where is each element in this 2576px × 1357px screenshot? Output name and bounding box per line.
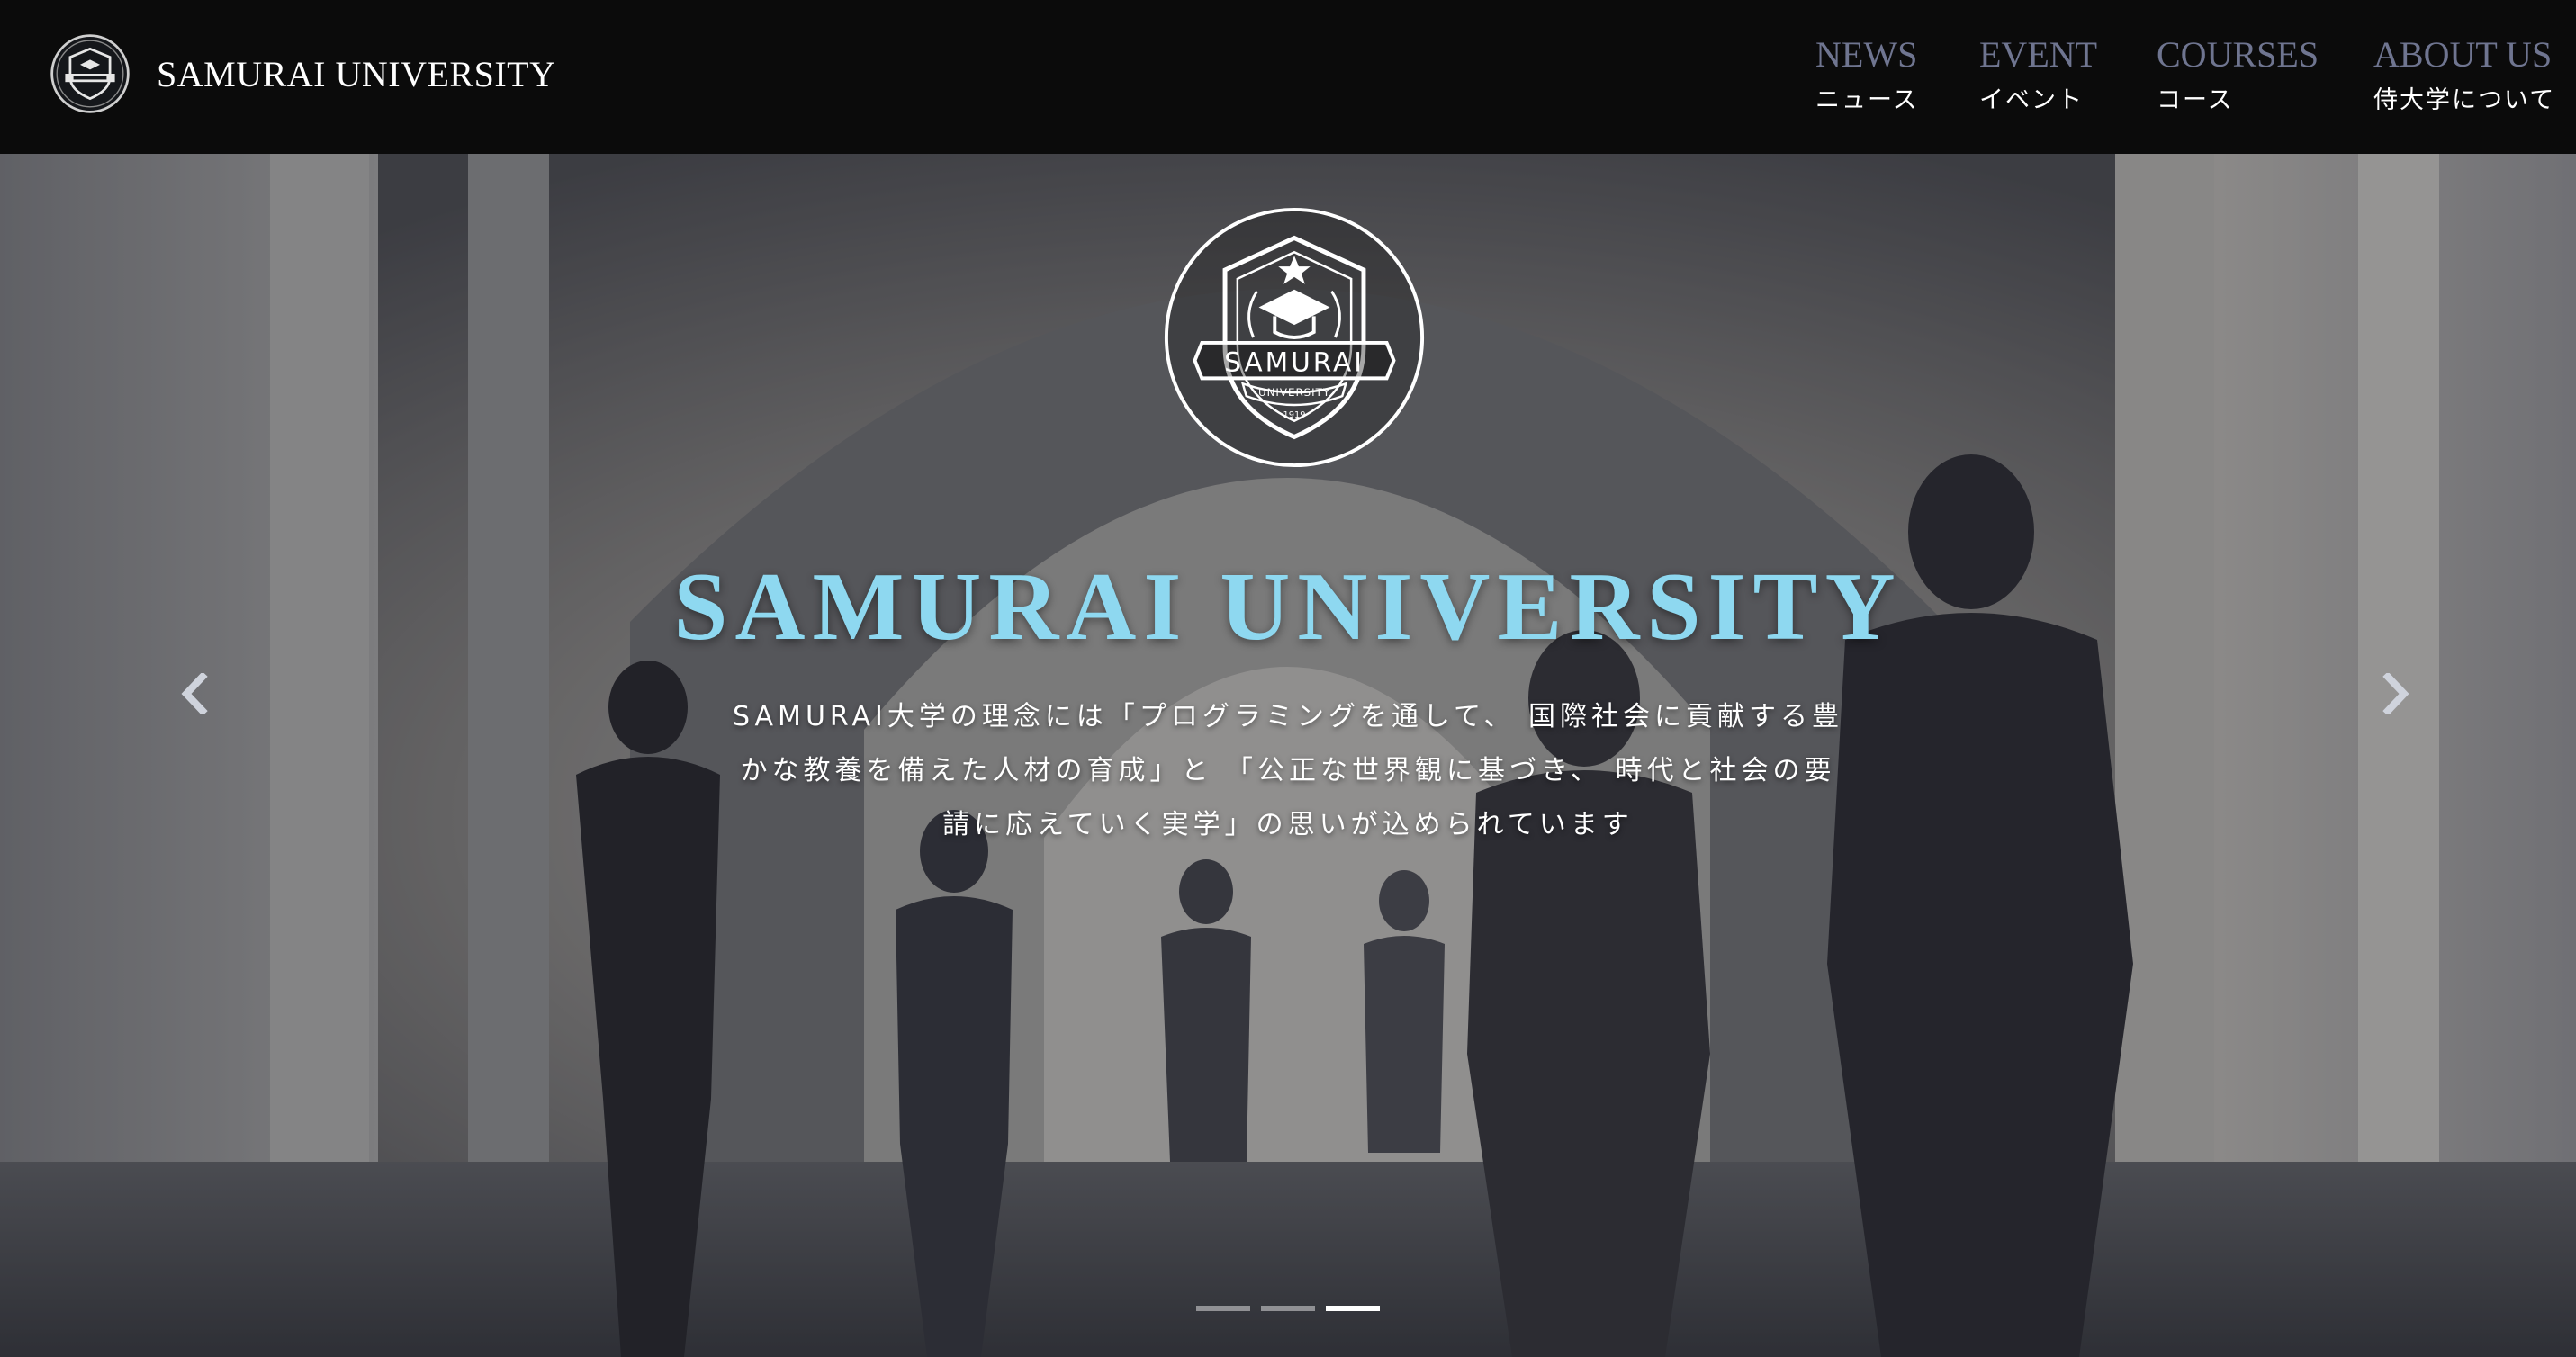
carousel-indicator[interactable] <box>1196 1306 1250 1311</box>
nav-label-ja: コース <box>2157 86 2234 114</box>
hero-description-line: SAMURAI大学の理念には「プログラミングを通して、 国際社会に貢献する豊 <box>732 701 1844 732</box>
hero-description-line: かな教養を備えた人材の育成」と 「公正な世界観に基づき、 時代と社会の要 <box>740 755 1836 786</box>
nav-item-courses[interactable]: COURSES コース <box>2157 31 2319 119</box>
nav-label-en: EVENT <box>1979 34 2098 75</box>
nav-label-ja: ニュース <box>1815 86 1919 114</box>
carousel-indicator-active[interactable] <box>1326 1306 1380 1311</box>
carousel-indicator[interactable] <box>1261 1306 1315 1311</box>
hero-description: SAMURAI大学の理念には「プログラミングを通して、 国際社会に貢献する豊 か… <box>702 690 1874 852</box>
chevron-right-icon <box>2382 673 2409 714</box>
emblem-ribbon-text: UNIVERSITY <box>1258 386 1330 399</box>
chevron-left-icon <box>181 673 208 714</box>
nav-label-en: NEWS <box>1815 34 1918 75</box>
nav-label-ja: 侍大学について <box>2373 86 2556 114</box>
hero-carousel: SAMURAI UNIVERSITY 1919 SAMURAI UNIVERSI… <box>0 154 2576 1357</box>
university-emblem: SAMURAI UNIVERSITY 1919 <box>1164 207 1425 468</box>
emblem-year: 1919 <box>1283 410 1305 420</box>
hero-title: SAMURAI UNIVERSITY <box>673 553 1903 661</box>
nav-label-ja: イベント <box>1979 86 2084 114</box>
page: SAMURAI UNIVERSITY NEWS ニュース EVENT イベント … <box>0 0 2576 1357</box>
nav-label-en: ABOUT US <box>2373 34 2553 75</box>
emblem-banner-text: SAMURAI <box>1224 346 1365 377</box>
nav-item-news[interactable]: NEWS ニュース <box>1815 31 1919 119</box>
nav-label-en: COURSES <box>2157 34 2319 75</box>
carousel-prev-button[interactable] <box>158 658 230 730</box>
nav-item-event[interactable]: EVENT イベント <box>1979 31 2097 119</box>
hero-description-line: 請に応えていく実学」の思いが込められています <box>942 809 1634 840</box>
main-nav: NEWS ニュース EVENT イベント COURSES コース ABOUT U… <box>0 31 2576 121</box>
carousel-indicators <box>0 1306 2576 1311</box>
site-header: SAMURAI UNIVERSITY NEWS ニュース EVENT イベント … <box>0 0 2576 154</box>
carousel-next-button[interactable] <box>2360 658 2432 730</box>
nav-item-about-us[interactable]: ABOUT US 侍大学について <box>2373 31 2555 119</box>
